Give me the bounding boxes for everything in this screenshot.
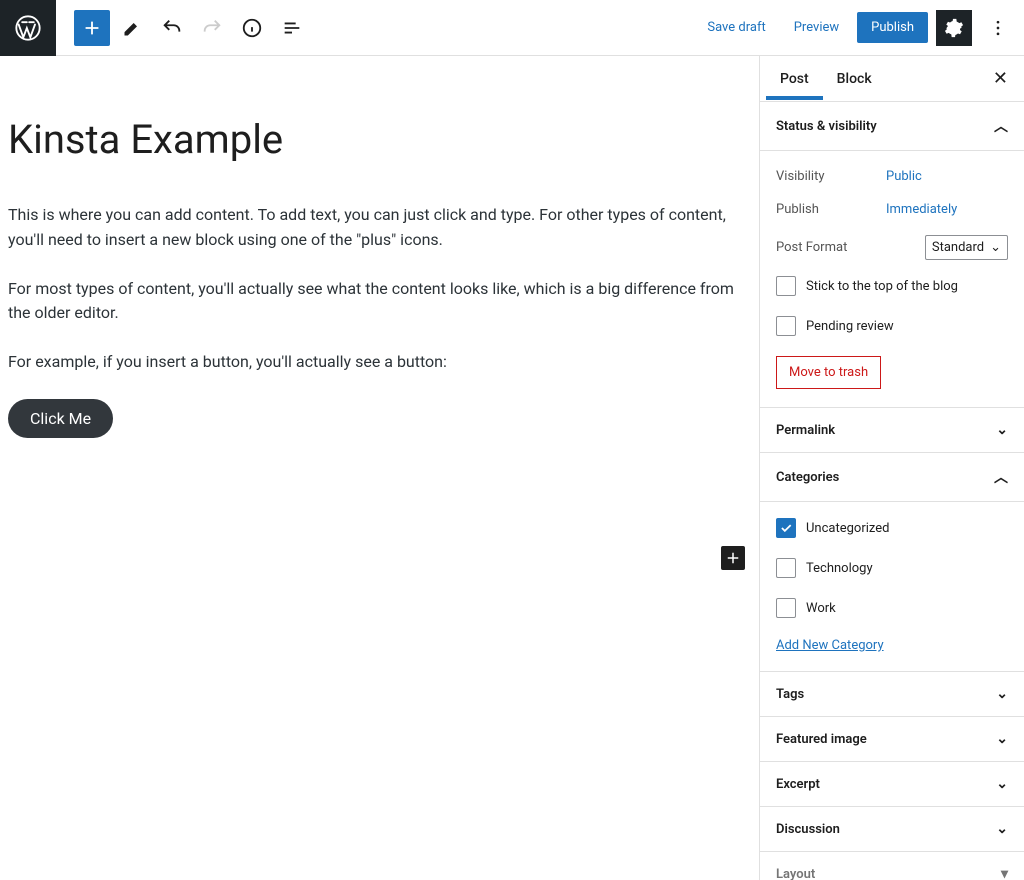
category-checkbox[interactable] — [776, 598, 796, 618]
panel-categories-body: Uncategorized Technology Work Add New Ca… — [760, 502, 1024, 672]
paragraph-block[interactable]: For example, if you insert a button, you… — [8, 350, 751, 375]
post-format-select[interactable]: Standard ⌄ — [925, 235, 1008, 260]
wordpress-logo[interactable] — [0, 0, 56, 56]
chevron-up-icon: ︿ — [994, 467, 1008, 487]
category-label: Work — [806, 601, 836, 616]
panel-title: Discussion — [776, 822, 840, 837]
chevron-up-icon: ︿ — [994, 116, 1008, 136]
publish-label: Publish — [776, 202, 886, 217]
visibility-row: Visibility Public — [776, 157, 1008, 190]
chevron-down-icon: ⌄ — [996, 422, 1008, 438]
panel-permalink[interactable]: Permalink ⌄ — [760, 408, 1024, 453]
pending-review-label: Pending review — [806, 319, 894, 334]
panel-title: Tags — [776, 687, 804, 702]
preview-button[interactable]: Preview — [784, 14, 849, 41]
category-label: Technology — [806, 561, 873, 576]
panel-title: Layout — [776, 867, 815, 880]
stick-top-checkbox[interactable] — [776, 276, 796, 296]
category-row: Work — [776, 588, 1008, 628]
publish-row: Publish Immediately — [776, 190, 1008, 223]
visibility-value[interactable]: Public — [886, 169, 922, 184]
panel-title: Status & visibility — [776, 119, 877, 134]
more-options-button[interactable] — [980, 10, 1016, 46]
paragraph-block[interactable]: For most types of content, you'll actual… — [8, 277, 751, 327]
stick-top-label: Stick to the top of the blog — [806, 279, 958, 294]
info-button[interactable] — [234, 10, 270, 46]
category-row: Technology — [776, 548, 1008, 588]
main-area: Kinsta Example This is where you can add… — [0, 56, 1024, 880]
category-label: Uncategorized — [806, 521, 889, 536]
button-block[interactable]: Click Me — [8, 399, 113, 438]
redo-button[interactable] — [194, 10, 230, 46]
save-draft-button[interactable]: Save draft — [697, 14, 775, 41]
post-format-row: Post Format Standard ⌄ — [776, 223, 1008, 266]
panel-discussion[interactable]: Discussion ⌄ — [760, 807, 1024, 852]
pending-review-checkbox[interactable] — [776, 316, 796, 336]
panel-title: Excerpt — [776, 777, 820, 792]
tab-block[interactable]: Block — [823, 58, 886, 100]
publish-value[interactable]: Immediately — [886, 202, 957, 217]
publish-button[interactable]: Publish — [857, 12, 928, 43]
paragraph-block[interactable]: This is where you can add content. To ad… — [8, 203, 751, 253]
sidebar-tabs: Post Block ✕ — [760, 56, 1024, 102]
category-checkbox[interactable] — [776, 558, 796, 578]
panel-title: Featured image — [776, 732, 867, 747]
chevron-down-icon: ⌄ — [996, 821, 1008, 837]
tab-post[interactable]: Post — [766, 58, 823, 100]
panel-title: Categories — [776, 470, 839, 485]
panel-excerpt[interactable]: Excerpt ⌄ — [760, 762, 1024, 807]
undo-button[interactable] — [154, 10, 190, 46]
add-block-button[interactable] — [74, 10, 110, 46]
settings-button[interactable] — [936, 10, 972, 46]
chevron-down-icon: ⌄ — [996, 731, 1008, 747]
category-checkbox[interactable] — [776, 518, 796, 538]
chevron-down-icon: ⌄ — [996, 686, 1008, 702]
editor-canvas[interactable]: Kinsta Example This is where you can add… — [0, 56, 759, 880]
panel-featured-image[interactable]: Featured image ⌄ — [760, 717, 1024, 762]
panel-layout[interactable]: Layout ▾ — [760, 852, 1024, 880]
post-format-value: Standard — [932, 240, 984, 255]
move-to-trash-button[interactable]: Move to trash — [776, 356, 881, 389]
settings-sidebar: Post Block ✕ Status & visibility ︿ Visib… — [759, 56, 1024, 880]
pending-review-row: Pending review — [776, 306, 1008, 346]
post-format-label: Post Format — [776, 240, 886, 255]
add-new-category-link[interactable]: Add New Category — [776, 638, 884, 653]
chevron-down-icon: ⌄ — [990, 240, 1001, 255]
caret-down-icon: ▾ — [1001, 866, 1008, 880]
post-title[interactable]: Kinsta Example — [8, 116, 751, 163]
panel-title: Permalink — [776, 423, 835, 438]
chevron-down-icon: ⌄ — [996, 776, 1008, 792]
outline-button[interactable] — [274, 10, 310, 46]
top-toolbar: Save draft Preview Publish — [0, 0, 1024, 56]
panel-status-body: Visibility Public Publish Immediately Po… — [760, 151, 1024, 408]
insert-block-button[interactable] — [721, 546, 745, 570]
toolbar-left — [56, 10, 310, 46]
panel-tags[interactable]: Tags ⌄ — [760, 672, 1024, 717]
visibility-label: Visibility — [776, 169, 886, 184]
edit-tools-button[interactable] — [114, 10, 150, 46]
toolbar-right: Save draft Preview Publish — [697, 10, 1024, 46]
panel-categories[interactable]: Categories ︿ — [760, 453, 1024, 502]
close-sidebar-button[interactable]: ✕ — [983, 68, 1018, 89]
category-row: Uncategorized — [776, 508, 1008, 548]
panel-status-visibility[interactable]: Status & visibility ︿ — [760, 102, 1024, 151]
stick-top-row: Stick to the top of the blog — [776, 266, 1008, 306]
